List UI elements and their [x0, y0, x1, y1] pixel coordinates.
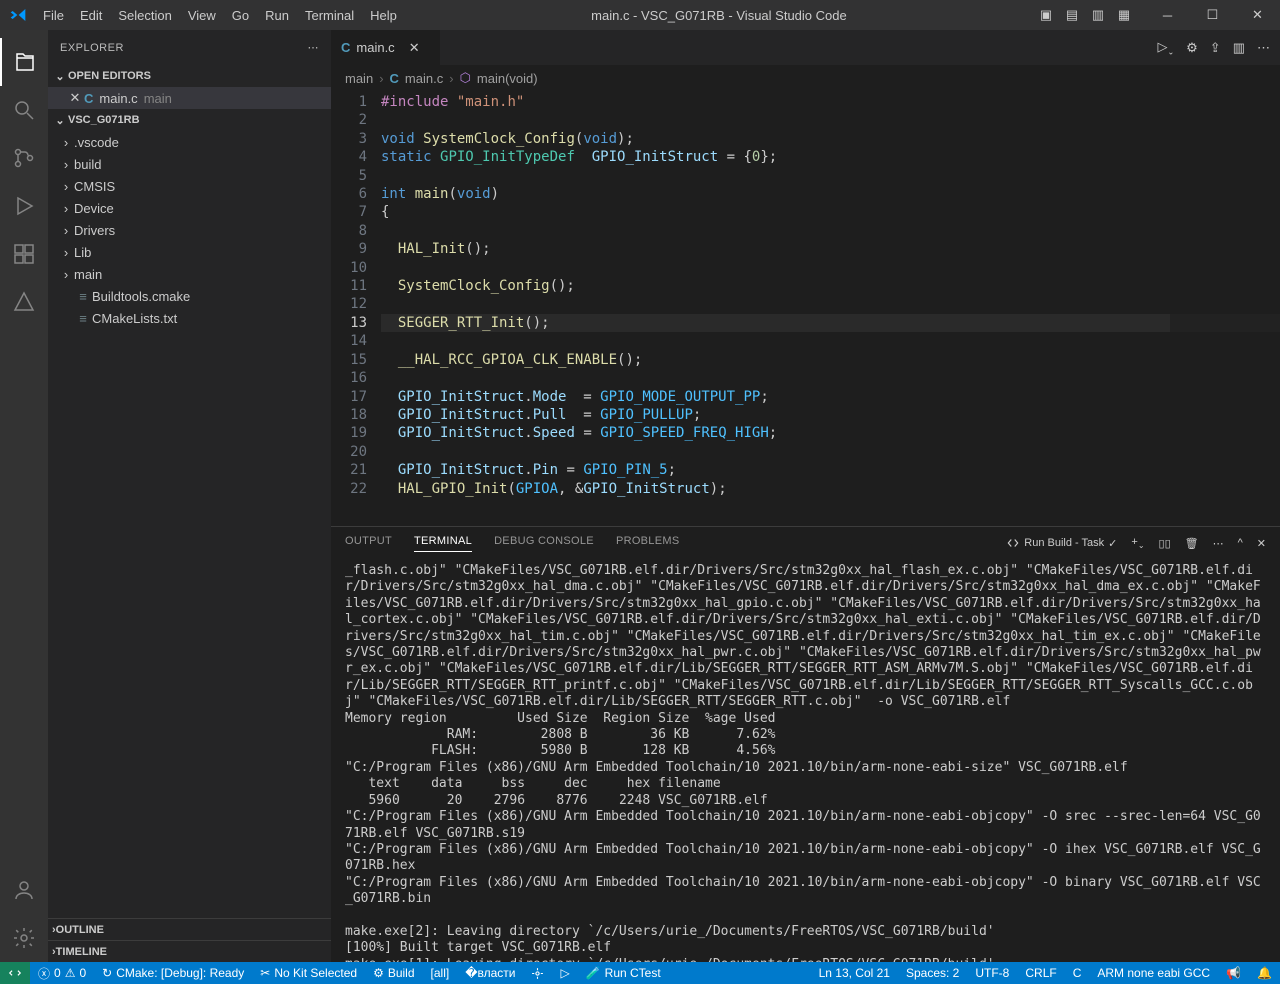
titlebar: FileEditSelectionViewGoRunTerminalHelp m…	[0, 0, 1280, 30]
breadcrumb[interactable]: main› C main.c› ⬡ main(void)	[331, 65, 1280, 91]
search-tab-icon[interactable]	[0, 86, 48, 134]
explorer-sidebar: EXPLORER ⋯ ⌄OPEN EDITORS ✕ C main.c main…	[48, 30, 331, 962]
close-tab-icon[interactable]: ✕	[409, 40, 420, 56]
feedback-icon[interactable]: 📢	[1218, 962, 1249, 984]
file-item[interactable]: ≡CMakeLists.txt	[48, 307, 331, 329]
extensions-tab-icon[interactable]	[0, 230, 48, 278]
cmake-tab-icon[interactable]	[0, 278, 48, 326]
statusbar: ⓧ 0 ⚠ 0 ↻ CMake: [Debug]: Ready ✂ No Kit…	[0, 962, 1280, 984]
panel-tabs: OUTPUT TERMINAL DEBUG CONSOLE PROBLEMS Run …	[331, 527, 1280, 559]
editor-tab[interactable]: C main.c ✕	[331, 30, 441, 65]
panel-tab-problems[interactable]: PROBLEMS	[616, 535, 680, 552]
debug-icon[interactable]	[523, 962, 552, 984]
compiler-status[interactable]: ARM none eabi GCC	[1089, 962, 1218, 984]
cursor-position[interactable]: Ln 13, Col 21	[811, 962, 898, 984]
window-title: main.c - VSC_G071RB - Visual Studio Code	[405, 8, 1033, 23]
toggle-panel-icon[interactable]: ▤	[1059, 7, 1085, 23]
menu-selection[interactable]: Selection	[110, 0, 179, 30]
toggle-secondary-sidebar-icon[interactable]: ▥	[1085, 7, 1111, 23]
menu-view[interactable]: View	[180, 0, 224, 30]
remote-indicator[interactable]	[0, 962, 30, 984]
bottom-panel: OUTPUT TERMINAL DEBUG CONSOLE PROBLEMS Run …	[331, 526, 1280, 962]
kill-terminal-icon[interactable]: 🗑	[1185, 537, 1199, 550]
c-file-icon: C	[84, 91, 93, 106]
folder-item[interactable]: ›Lib	[48, 241, 331, 263]
file-item[interactable]: ≡Buildtools.cmake	[48, 285, 331, 307]
explorer-tab-icon[interactable]	[0, 38, 48, 86]
ctest-button[interactable]: 🧪 Run CTest	[578, 962, 669, 984]
panel-tab-output[interactable]: OUTPUT	[345, 535, 392, 552]
explorer-more-icon[interactable]: ⋯	[308, 41, 320, 54]
panel-tab-terminal[interactable]: TERMINAL	[414, 535, 472, 552]
outline-section[interactable]: ›OUTLINE	[48, 918, 331, 940]
menu-run[interactable]: Run	[257, 0, 297, 30]
terminal-task-label[interactable]: Run Build - Task ✓	[1006, 536, 1117, 550]
menu-help[interactable]: Help	[362, 0, 405, 30]
folder-item[interactable]: ›main	[48, 263, 331, 285]
menu-bar: FileEditSelectionViewGoRunTerminalHelp	[35, 0, 405, 30]
c-file-icon: C	[390, 71, 399, 86]
build-target[interactable]: [all]	[423, 962, 458, 984]
split-editor-icon[interactable]: ▥	[1233, 40, 1245, 56]
explorer-header: EXPLORER ⋯	[48, 30, 331, 65]
eol-status[interactable]: CRLF	[1017, 962, 1064, 984]
encoding-status[interactable]: UTF-8	[967, 962, 1017, 984]
editor-settings-icon[interactable]: ⚙	[1186, 40, 1198, 56]
editor-tabs: C main.c ✕ ▷⌄ ⚙ ⇪ ▥ ⋯	[331, 30, 1280, 65]
terminal-output[interactable]: _flash.c.obj" "CMakeFiles/VSC_G071RB.elf…	[331, 559, 1280, 962]
run-icon[interactable]: ▷	[552, 962, 577, 984]
language-mode[interactable]: C	[1065, 962, 1090, 984]
maximize-button[interactable]: ☐	[1190, 0, 1235, 30]
c-file-icon: C	[341, 40, 350, 55]
menu-terminal[interactable]: Terminal	[297, 0, 362, 30]
open-editor-item[interactable]: ✕ C main.c main	[48, 87, 331, 109]
editor-more-icon[interactable]: ⋯	[1257, 40, 1270, 56]
code-editor[interactable]: 12345678910111213141516171819202122 #inc…	[331, 91, 1280, 526]
folder-item[interactable]: ›Device	[48, 197, 331, 219]
build-button[interactable]: ⚙ Build	[365, 962, 422, 984]
new-terminal-icon[interactable]: +⌄	[1131, 536, 1144, 550]
menu-edit[interactable]: Edit	[72, 0, 110, 30]
problems-status[interactable]: ⓧ 0 ⚠ 0	[30, 962, 94, 984]
layout-controls: ▣ ▤ ▥ ▦	[1033, 7, 1145, 23]
editor-area: C main.c ✕ ▷⌄ ⚙ ⇪ ▥ ⋯ main› C main.c› ⬡ …	[331, 30, 1280, 962]
folder-item[interactable]: ›CMSIS	[48, 175, 331, 197]
timeline-section[interactable]: ›TIMELINE	[48, 940, 331, 962]
vscode-logo-icon	[0, 7, 35, 23]
debug-button[interactable]: �власти	[457, 962, 523, 984]
settings-gear-icon[interactable]	[0, 914, 48, 962]
split-terminal-icon[interactable]: ▯▯	[1159, 537, 1171, 550]
maximize-panel-icon[interactable]: ^	[1238, 537, 1243, 549]
panel-tab-debug-console[interactable]: DEBUG CONSOLE	[494, 535, 594, 552]
minimap[interactable]	[1170, 91, 1280, 526]
menu-file[interactable]: File	[35, 0, 72, 30]
close-panel-icon[interactable]: ✕	[1257, 537, 1266, 550]
run-debug-tab-icon[interactable]	[0, 182, 48, 230]
indentation-status[interactable]: Spaces: 2	[898, 962, 967, 984]
symbol-method-icon: ⬡	[460, 70, 471, 86]
accounts-icon[interactable]	[0, 866, 48, 914]
compare-icon[interactable]: ⇪	[1210, 40, 1221, 56]
menu-go[interactable]: Go	[224, 0, 257, 30]
run-dropdown-icon[interactable]: ▷⌄	[1157, 39, 1174, 57]
kit-status[interactable]: ✂ No Kit Selected	[252, 962, 365, 984]
folder-item[interactable]: ›build	[48, 153, 331, 175]
close-editor-icon[interactable]: ✕	[66, 90, 84, 106]
cmake-status[interactable]: ↻ CMake: [Debug]: Ready	[94, 962, 252, 984]
close-window-button[interactable]: ✕	[1235, 0, 1280, 30]
toggle-primary-sidebar-icon[interactable]: ▣	[1033, 7, 1059, 23]
customize-layout-icon[interactable]: ▦	[1111, 7, 1137, 23]
folder-item[interactable]: ›Drivers	[48, 219, 331, 241]
source-control-tab-icon[interactable]	[0, 134, 48, 182]
open-editors-section[interactable]: ⌄OPEN EDITORS	[48, 65, 331, 87]
project-section[interactable]: ⌄VSC_G071RB	[48, 109, 331, 131]
activity-bar	[0, 30, 48, 962]
panel-more-icon[interactable]: ⋯	[1213, 537, 1224, 550]
folder-item[interactable]: ›.vscode	[48, 131, 331, 153]
notifications-icon[interactable]: 🔔	[1249, 962, 1280, 984]
minimize-button[interactable]: ─	[1145, 0, 1190, 30]
